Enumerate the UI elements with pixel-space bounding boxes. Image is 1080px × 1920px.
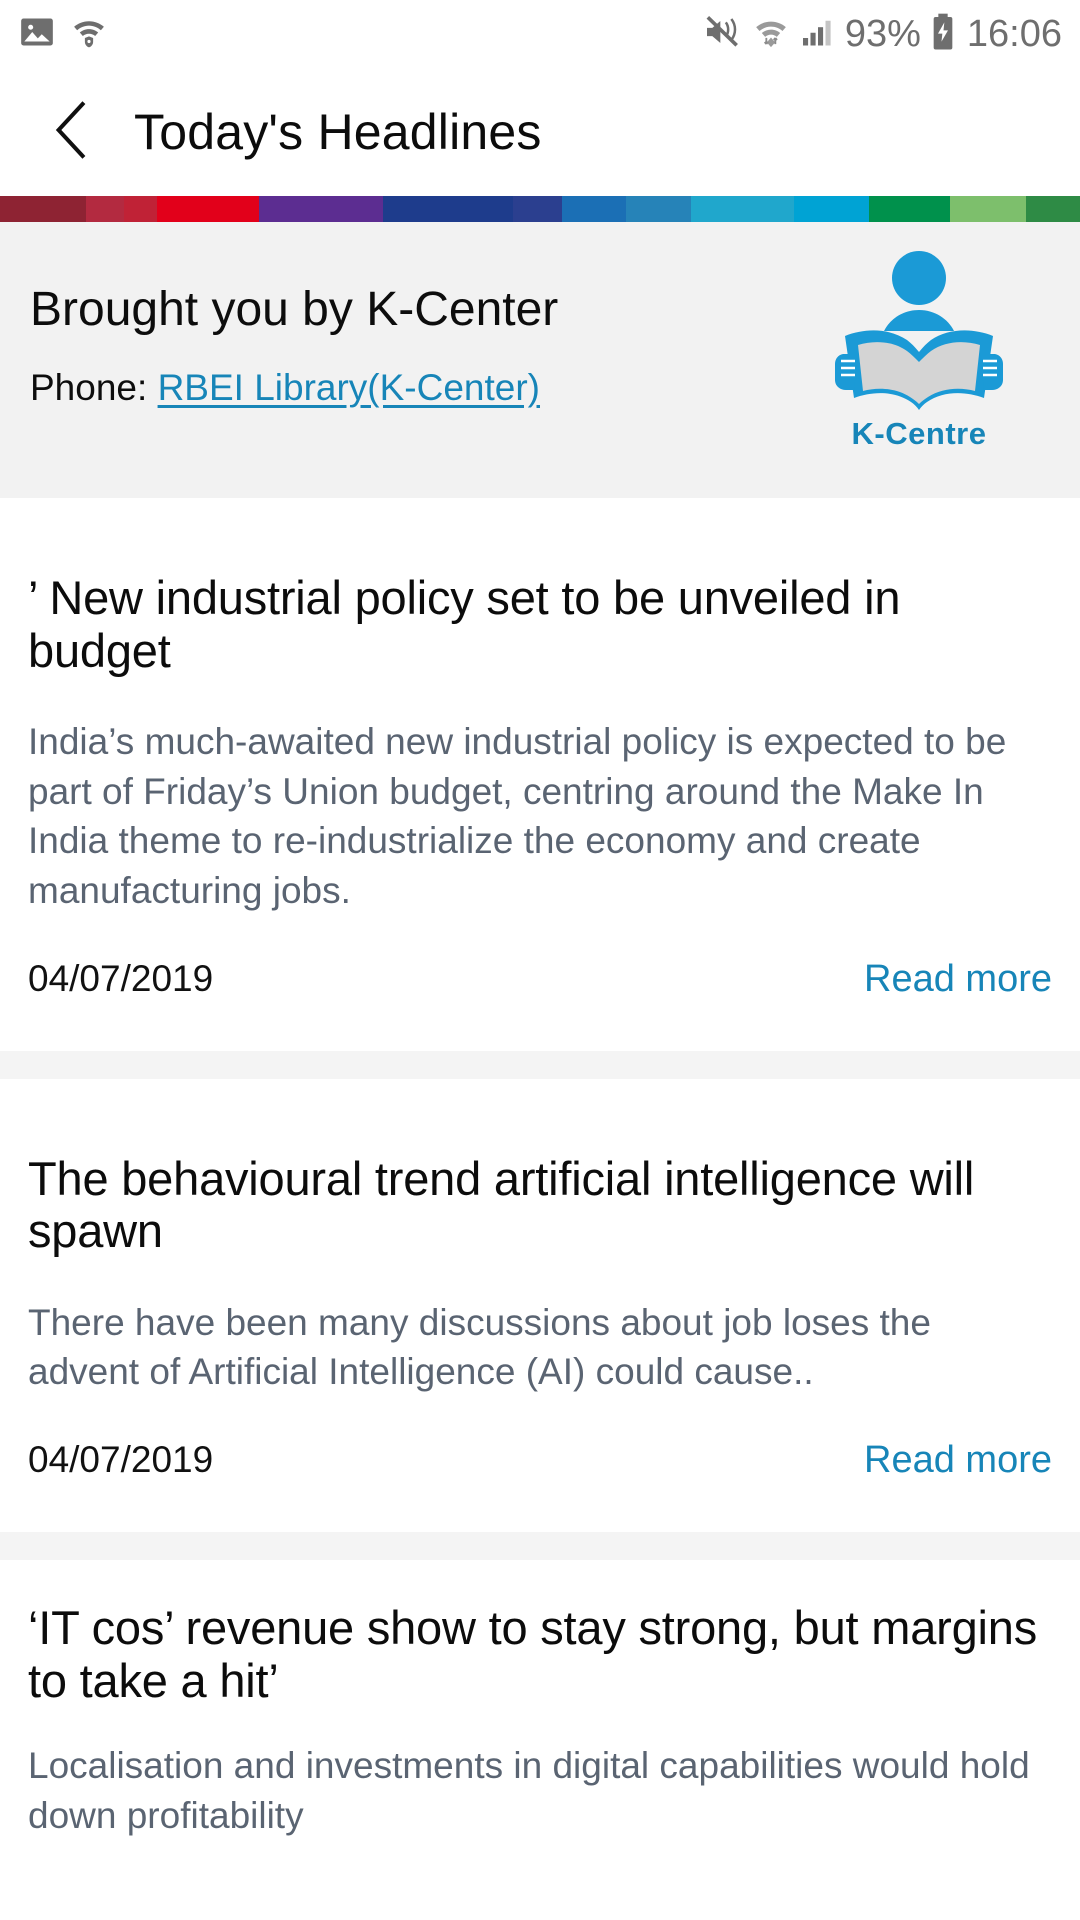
stripe-segment [561, 196, 627, 222]
list-divider [0, 1050, 1080, 1079]
stripe-segment [869, 196, 951, 222]
stripe-segment [512, 196, 562, 222]
sponsor-text-block: Brought you by K-Center Phone: RBEI Libr… [30, 268, 814, 409]
article-date: 04/07/2019 [28, 1438, 214, 1480]
stripe-segment [86, 196, 125, 222]
wifi-icon [751, 12, 791, 57]
article-date: 04/07/2019 [28, 957, 214, 999]
stripe-segment [793, 196, 870, 222]
stripe-segment [156, 196, 260, 222]
stripe-segment [1025, 196, 1080, 222]
sponsor-title: Brought you by K-Center [30, 283, 559, 336]
k-centre-reader-logo-icon [829, 244, 1009, 414]
status-bar-left [18, 13, 108, 56]
brand-supergraphic-stripe [0, 196, 1080, 222]
app-bar: Today's Headlines [0, 68, 1080, 196]
article-footer: 04/07/2019 Read more [28, 1439, 1052, 1532]
article-card[interactable]: The behavioural trend artificial intelli… [0, 1078, 1080, 1532]
stripe-segment [383, 196, 513, 222]
read-more-link[interactable]: Read more [864, 1439, 1052, 1482]
stripe-segment [950, 196, 1026, 222]
article-card[interactable]: ’ New industrial policy set to be unveil… [0, 498, 1080, 1051]
clock-label: 16:06 [966, 12, 1062, 55]
article-title: The behavioural trend artificial intelli… [28, 1151, 975, 1258]
signal-icon [800, 13, 836, 56]
stripe-segment [626, 196, 692, 222]
k-centre-logo-wordmark: K-Centre [851, 416, 987, 451]
page-title: Today's Headlines [134, 104, 542, 160]
article-card[interactable]: ‘IT cos’ revenue show to stay strong, bu… [0, 1559, 1080, 1841]
battery-charging-icon [930, 12, 956, 57]
read-more-link[interactable]: Read more [864, 958, 1052, 1001]
battery-percent-label: 93% [844, 12, 921, 55]
sponsor-phone-link[interactable]: RBEI Library(K-Center) [158, 367, 540, 408]
mute-vibrate-icon [702, 12, 742, 57]
sponsor-phone-row: Phone: RBEI Library(K-Center) [30, 367, 814, 409]
stripe-segment [0, 196, 87, 222]
article-footer: 04/07/2019 Read more [28, 958, 1052, 1051]
status-bar-right: 93% 16:06 [702, 12, 1062, 57]
list-divider [0, 1531, 1080, 1560]
article-summary: There have been many discussions about j… [28, 1301, 931, 1393]
stripe-segment [691, 196, 794, 222]
image-icon [18, 13, 56, 56]
stripe-segment [259, 196, 384, 222]
article-title: ‘IT cos’ revenue show to stay strong, bu… [28, 1600, 1038, 1707]
article-summary: Localisation and investments in digital … [28, 1745, 1030, 1836]
sponsor-banner: Brought you by K-Center Phone: RBEI Libr… [0, 222, 1080, 498]
k-centre-logo: K-Centre [814, 244, 1024, 452]
article-title: ’ New industrial policy set to be unveil… [28, 571, 901, 677]
status-bar: 93% 16:06 [0, 0, 1080, 68]
article-summary: India’s much-awaited new industrial poli… [28, 721, 1007, 911]
stripe-segment [124, 196, 157, 222]
wifi-shield-icon [70, 13, 108, 56]
sponsor-phone-label: Phone: [30, 367, 148, 409]
back-chevron-icon [49, 99, 95, 166]
back-button[interactable] [44, 100, 100, 164]
